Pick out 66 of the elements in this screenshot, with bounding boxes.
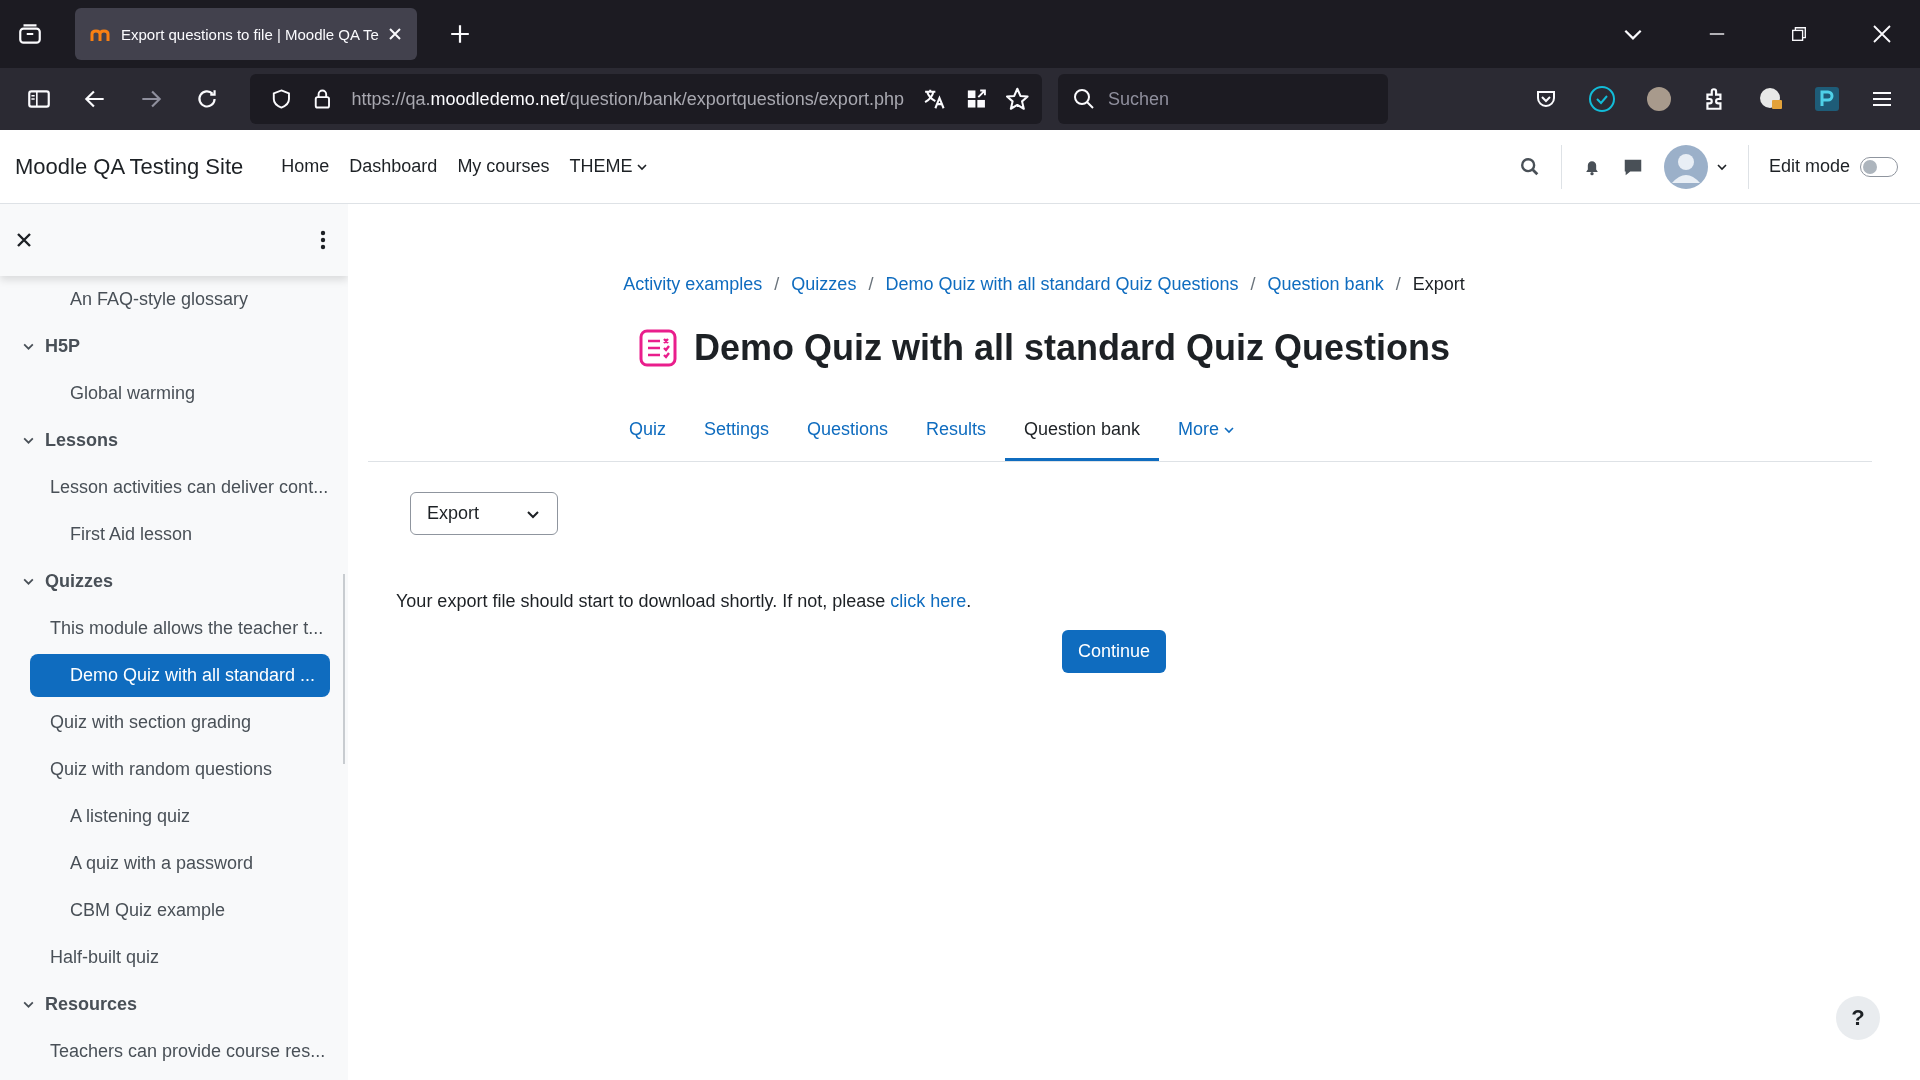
course-index-item[interactable]: Demo Quiz with all standard ... <box>30 654 330 697</box>
section-toggle[interactable]: Resources <box>22 981 340 1028</box>
nav-tab[interactable]: Question bank <box>1005 403 1160 461</box>
quiz-icon <box>637 328 678 368</box>
breadcrumb-item[interactable]: Activity examples <box>623 274 763 295</box>
nav-tab[interactable]: Settings <box>684 403 788 461</box>
course-index-item[interactable]: Quiz with section grading <box>30 701 262 744</box>
course-index-item[interactable]: A listening quiz <box>30 795 201 838</box>
browser-search-field[interactable]: Suchen <box>1058 74 1388 124</box>
extension-logo-icon[interactable] <box>1814 86 1840 112</box>
shield-icon[interactable] <box>270 87 293 111</box>
breadcrumb-separator: / <box>868 274 874 295</box>
breadcrumb-item: Export <box>1412 274 1465 295</box>
section-toggle[interactable]: Quizzes <box>22 558 340 605</box>
course-index-item[interactable]: CBM Quiz example <box>30 889 236 932</box>
check-circle-icon[interactable] <box>1588 85 1616 113</box>
search-icon[interactable] <box>1518 155 1541 178</box>
help-button[interactable]: ? <box>1836 996 1880 1040</box>
close-icon[interactable] <box>16 232 32 248</box>
course-index-item[interactable]: An FAQ-style glossary <box>30 278 259 321</box>
page-heading: Demo Quiz with all standard Quiz Questions <box>693 327 1451 369</box>
nav-link[interactable]: Home <box>281 156 330 177</box>
nav-tab[interactable]: Questions <box>787 403 907 461</box>
course-index-item[interactable]: First Aid lesson <box>30 513 203 556</box>
breadcrumb-item[interactable]: Question bank <box>1267 274 1384 295</box>
course-index-item[interactable]: This module allows the teacher t... <box>30 607 334 650</box>
nav-link[interactable]: THEME <box>569 156 649 177</box>
course-index-item[interactable]: Half-built quiz <box>30 936 170 979</box>
tab-list-icon[interactable] <box>17 21 43 47</box>
url-text: https://qa.moodledemo.net/question/bank/exportquestions/export.php <box>351 88 904 110</box>
export-message: Your export file should start to download shortly. If not, please click here. <box>396 591 973 612</box>
star-icon[interactable] <box>1005 86 1030 112</box>
breadcrumb-separator: / <box>1250 274 1256 295</box>
browser-tab[interactable]: Export questions to file | Moodle QA Te <box>75 8 417 60</box>
action-select[interactable]: Export <box>410 492 558 535</box>
section-toggle[interactable]: Lessons <box>22 417 340 464</box>
section-toggle[interactable]: H5P <box>22 323 340 370</box>
user-avatar-icon <box>1663 144 1708 189</box>
breadcrumb-separator: / <box>774 274 780 295</box>
breadcrumb-item[interactable]: Quizzes <box>791 274 857 295</box>
close-window-icon[interactable] <box>1872 24 1892 44</box>
breadcrumb-separator: / <box>1395 274 1401 295</box>
course-index-item[interactable]: Teachers can provide course res... <box>30 1030 336 1073</box>
profile-avatar-icon[interactable] <box>1646 86 1672 112</box>
lock-globe-icon[interactable] <box>1758 86 1784 112</box>
restore-icon[interactable] <box>1790 25 1808 43</box>
new-tab-icon[interactable] <box>448 23 471 45</box>
edit-mode-toggle[interactable] <box>1860 156 1898 177</box>
site-name[interactable]: Moodle QA Testing Site <box>15 153 244 180</box>
course-index-item[interactable]: Global warming <box>30 372 206 415</box>
address-bar[interactable]: https://qa.moodledemo.net/question/bank/exportquestions/export.php <box>250 74 1042 124</box>
click-here-link[interactable]: click here <box>890 591 967 611</box>
more-options-icon[interactable] <box>320 230 326 250</box>
course-index-item[interactable]: Quiz with random questions <box>30 748 283 791</box>
nav-tab[interactable]: More <box>1159 403 1255 461</box>
breadcrumb-item[interactable]: Demo Quiz with all standard Quiz Questions <box>885 274 1239 295</box>
nav-link[interactable]: Dashboard <box>349 156 438 177</box>
nav-tab[interactable]: Quiz <box>609 403 685 461</box>
tab-title: Export questions to file | Moodle QA Te <box>121 25 379 43</box>
close-icon[interactable] <box>386 26 403 42</box>
continue-button[interactable]: Continue <box>1062 630 1167 673</box>
nav-link[interactable]: My courses <box>457 156 550 177</box>
nav-tab[interactable]: Results <box>907 403 1005 461</box>
edit-mode-label: Edit mode <box>1768 156 1850 177</box>
course-index-item[interactable]: A quiz with a password <box>30 842 264 885</box>
course-index-item[interactable]: Lesson activities can deliver cont... <box>30 466 339 509</box>
